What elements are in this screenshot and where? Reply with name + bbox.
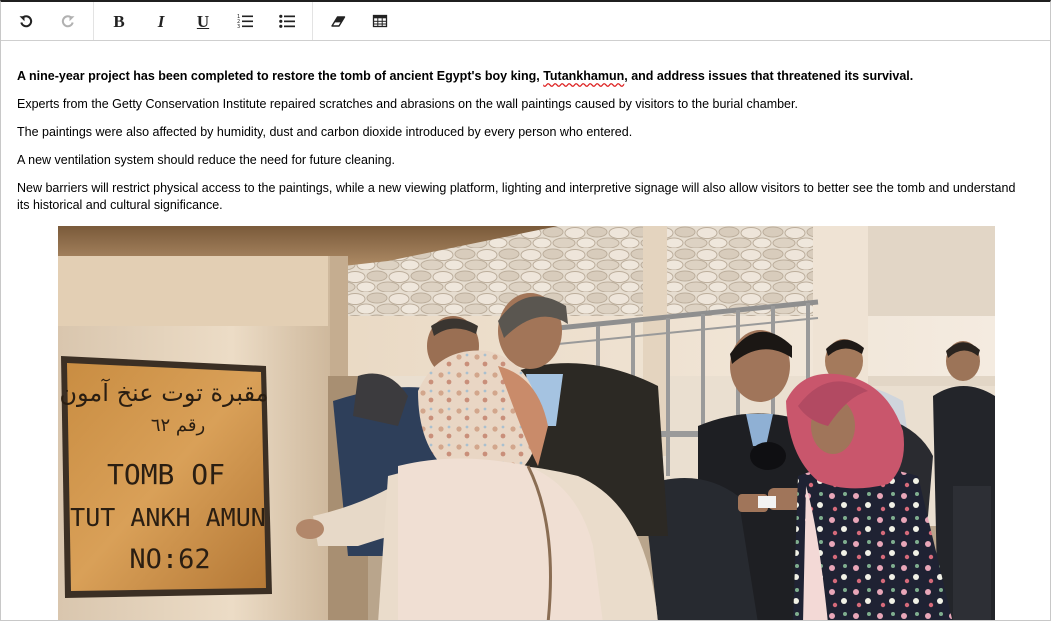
clear-formatting-button[interactable] <box>317 6 359 36</box>
lead-text-start: A nine-year project has been completed t… <box>17 69 544 83</box>
italic-button[interactable]: I <box>140 6 182 36</box>
sign-text-line-2: TUT ANKH AMUN <box>70 503 266 532</box>
insert-table-button[interactable] <box>359 6 401 36</box>
eraser-icon <box>331 16 346 27</box>
paragraph: New barriers will restrict physical acce… <box>17 181 1016 212</box>
lead-text-end: , and address issues that threatened its… <box>624 69 914 83</box>
sign-arabic-line-1: مقبرة توت عنخ آمون <box>59 378 268 407</box>
history-group <box>1 2 94 40</box>
sign-text-line-1: TOMB OF <box>107 458 225 491</box>
bold-icon: B <box>113 11 125 31</box>
undo-icon <box>19 15 33 28</box>
rich-text-editor: B I U 1 2 3 A nine-year project has been… <box>0 0 1051 621</box>
misspelled-word: Tutankhamun <box>543 69 625 83</box>
paragraph: Experts from the Getty Conservation Inst… <box>17 97 798 111</box>
underline-button[interactable]: U <box>182 6 224 36</box>
paragraph: The paintings were also affected by humi… <box>17 125 633 139</box>
tools-group <box>313 2 405 40</box>
tomb-photo-illustration: مقبرة توت عنخ آمون رقم ٦٢ TOMB OF TUT AN… <box>58 226 995 620</box>
ordered-list-button[interactable]: 1 2 3 <box>224 6 266 36</box>
editor-toolbar: B I U 1 2 3 <box>1 2 1050 41</box>
bullet-list-icon <box>279 14 295 28</box>
formatting-group: B I U 1 2 3 <box>94 2 313 40</box>
redo-icon <box>61 15 75 28</box>
underline-icon: U <box>196 11 210 31</box>
svg-text:3: 3 <box>237 24 240 29</box>
ordered-list-icon: 1 2 3 <box>237 14 253 29</box>
table-icon <box>372 14 388 28</box>
bullet-list-button[interactable] <box>266 6 308 36</box>
sign-arabic-line-2: رقم ٦٢ <box>151 415 205 436</box>
undo-button[interactable] <box>5 6 47 36</box>
tomb-sign: مقبرة توت عنخ آمون رقم ٦٢ TOMB OF TUT AN… <box>59 356 272 598</box>
italic-icon: I <box>157 11 165 31</box>
lead-paragraph: A nine-year project has been completed t… <box>17 68 1017 85</box>
sign-text-line-3: NO:62 <box>129 544 210 575</box>
article-photo[interactable]: مقبرة توت عنخ آمون رقم ٦٢ TOMB OF TUT AN… <box>58 226 995 620</box>
bold-button[interactable]: B <box>98 6 140 36</box>
editor-content[interactable]: A nine-year project has been completed t… <box>17 68 1017 225</box>
paragraph: A new ventilation system should reduce t… <box>17 153 396 167</box>
redo-button[interactable] <box>47 6 89 36</box>
